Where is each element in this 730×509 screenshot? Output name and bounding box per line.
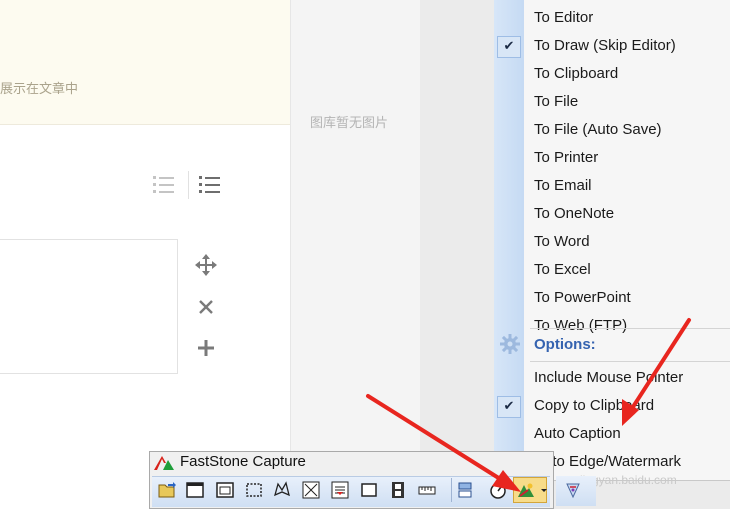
menu-item[interactable]: To Printer — [534, 149, 598, 166]
toolbar-separator — [451, 478, 452, 502]
menu-item[interactable]: To Draw (Skip Editor) — [534, 37, 676, 54]
menu-item[interactable]: To Excel — [534, 261, 591, 278]
menu-item[interactable]: To Email — [534, 177, 592, 194]
menu-item[interactable]: To PowerPoint — [534, 289, 631, 306]
menu-item[interactable]: To File — [534, 93, 578, 110]
menu-option-item[interactable]: Auto Caption — [534, 425, 621, 442]
menu-item[interactable]: To Word — [534, 233, 590, 250]
faststone-title: FastStone Capture — [180, 453, 306, 470]
menu-item[interactable]: To Clipboard — [534, 65, 618, 82]
video-icon[interactable] — [388, 480, 408, 500]
open-icon[interactable] — [157, 480, 177, 500]
notice-text: 展示在文章中 — [0, 82, 79, 97]
notice-banner — [0, 0, 290, 125]
faststone-logo-icon — [154, 454, 174, 470]
add-icon[interactable] — [196, 338, 216, 362]
object-icon[interactable] — [215, 480, 235, 500]
window-icon[interactable] — [185, 480, 205, 500]
menu-option-item[interactable]: Include Mouse Pointer — [534, 369, 683, 386]
destination-icon[interactable] — [516, 480, 536, 500]
menu-separator — [530, 361, 730, 362]
fixed-region-icon[interactable] — [359, 480, 379, 500]
check-icon: ✔ — [497, 396, 521, 418]
scrolling-icon[interactable] — [330, 480, 350, 500]
fullscreen-icon[interactable] — [301, 480, 321, 500]
options-header: Options: — [534, 336, 596, 353]
menu-option-item[interactable]: Auto Edge/Watermark — [534, 453, 681, 470]
output-icon[interactable] — [455, 480, 475, 500]
bullet-list-icon[interactable] — [198, 174, 222, 199]
menu-separator — [530, 328, 730, 329]
gear-icon — [499, 333, 521, 360]
ruler-icon[interactable] — [417, 480, 437, 500]
gallery-empty-text: 图库暂无图片 — [310, 116, 389, 131]
rectangle-icon[interactable] — [244, 480, 264, 500]
menu-item[interactable]: To OneNote — [534, 205, 614, 222]
chevron-down-icon[interactable] — [540, 480, 548, 500]
check-icon: ✔ — [497, 36, 521, 58]
timer-icon[interactable] — [488, 480, 508, 500]
close-icon[interactable] — [197, 298, 215, 320]
text-input-box[interactable] — [0, 239, 178, 374]
menu-option-item[interactable]: Copy to Clipboard — [534, 397, 654, 414]
numbered-list-icon[interactable] — [152, 174, 176, 199]
toolbar-divider — [188, 171, 189, 199]
move-icon[interactable] — [194, 253, 218, 281]
gallery-panel — [290, 0, 421, 509]
menu-item[interactable]: To File (Auto Save) — [534, 121, 662, 138]
settings-icon[interactable] — [563, 480, 583, 500]
menu-item[interactable]: To Web (FTP) — [534, 317, 627, 334]
menu-item[interactable]: To Editor — [534, 9, 593, 26]
freehand-icon[interactable] — [272, 480, 292, 500]
